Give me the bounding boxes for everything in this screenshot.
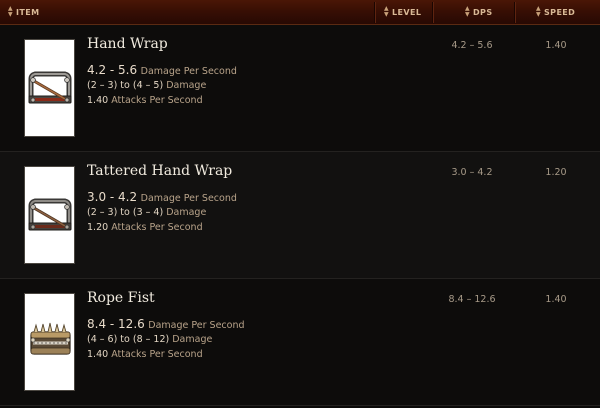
sort-arrows-icon: ▲ ▼ (536, 4, 542, 18)
aps-value: 1.40 (87, 95, 109, 106)
damage-range-value: (4 – 6) to (8 – 12) (87, 334, 170, 345)
damage-range-value: (2 – 3) to (4 – 5) (87, 80, 164, 91)
level-header-label: LEVEL (392, 8, 422, 17)
aps-label: Attacks Per Second (111, 222, 203, 233)
item-name[interactable]: Tattered Hand Wrap (87, 163, 232, 179)
dps-value: 3.0 - 4.2 (87, 190, 138, 204)
hand-wrap-icon[interactable] (24, 39, 75, 137)
damage-range-value: (2 – 3) to (3 – 4) (87, 207, 164, 218)
speed-cell: 1.40 (545, 40, 567, 51)
sort-item-header[interactable]: ▲ ▼ ITEM (8, 0, 308, 25)
dps-label: Damage Per Second (140, 193, 237, 204)
tattered-hand-wrap-icon[interactable] (24, 166, 75, 264)
item-attack-speed: 1.40 Attacks Per Second (87, 349, 203, 360)
item-dps-summary: 3.0 - 4.2 Damage Per Second (87, 190, 237, 204)
damage-label: Damage (172, 334, 213, 345)
header-divider (514, 2, 515, 23)
sort-level-header[interactable]: ▲ ▼ LEVEL (384, 0, 434, 25)
sort-arrows-icon: ▲ ▼ (384, 4, 390, 18)
table-row: Tattered Hand Wrap 3.0 - 4.2 Damage Per … (0, 152, 600, 279)
sort-speed-header[interactable]: ▲ ▼ SPEED (536, 0, 596, 25)
item-dps-summary: 8.4 - 12.6 Damage Per Second (87, 317, 245, 331)
item-header-label: ITEM (16, 8, 40, 17)
dps-cell: 4.2 – 5.6 (451, 40, 493, 51)
rope-fist-icon[interactable] (24, 293, 75, 391)
damage-label: Damage (166, 80, 207, 91)
item-damage-range: (4 – 6) to (8 – 12) Damage (87, 334, 212, 345)
dps-header-label: DPS (473, 8, 493, 17)
table-row: Rope Fist 8.4 - 12.6 Damage Per Second (… (0, 279, 600, 406)
aps-value: 1.20 (87, 222, 109, 233)
sort-arrows-icon: ▲ ▼ (8, 4, 14, 18)
speed-cell: 1.20 (545, 167, 567, 178)
sort-dps-header[interactable]: ▲ ▼ DPS (465, 0, 515, 25)
table-row: Hand Wrap 4.2 - 5.6 Damage Per Second (2… (0, 25, 600, 152)
table-header: ▲ ▼ ITEM ▲ ▼ LEVEL ▲ ▼ DPS ▲ ▼ SPEED (0, 0, 600, 25)
dps-label: Damage Per Second (140, 66, 237, 77)
sort-arrows-icon: ▲ ▼ (465, 4, 471, 18)
item-dps-summary: 4.2 - 5.6 Damage Per Second (87, 63, 237, 77)
aps-value: 1.40 (87, 349, 109, 360)
speed-header-label: SPEED (544, 8, 576, 17)
header-divider (432, 2, 433, 23)
dps-cell: 3.0 – 4.2 (451, 167, 493, 178)
item-name[interactable]: Hand Wrap (87, 36, 168, 52)
item-damage-range: (2 – 3) to (3 – 4) Damage (87, 207, 206, 218)
header-divider (374, 2, 375, 23)
speed-cell: 1.40 (545, 294, 567, 305)
aps-label: Attacks Per Second (111, 349, 203, 360)
item-attack-speed: 1.40 Attacks Per Second (87, 95, 203, 106)
item-name[interactable]: Rope Fist (87, 290, 155, 306)
aps-label: Attacks Per Second (111, 95, 203, 106)
dps-label: Damage Per Second (148, 320, 245, 331)
dps-value: 8.4 - 12.6 (87, 317, 145, 331)
item-damage-range: (2 – 3) to (4 – 5) Damage (87, 80, 206, 91)
damage-label: Damage (166, 207, 207, 218)
dps-cell: 8.4 – 12.6 (448, 294, 496, 305)
dps-value: 4.2 - 5.6 (87, 63, 138, 77)
item-table: ▲ ▼ ITEM ▲ ▼ LEVEL ▲ ▼ DPS ▲ ▼ SPEED Han… (0, 0, 600, 408)
item-attack-speed: 1.20 Attacks Per Second (87, 222, 203, 233)
